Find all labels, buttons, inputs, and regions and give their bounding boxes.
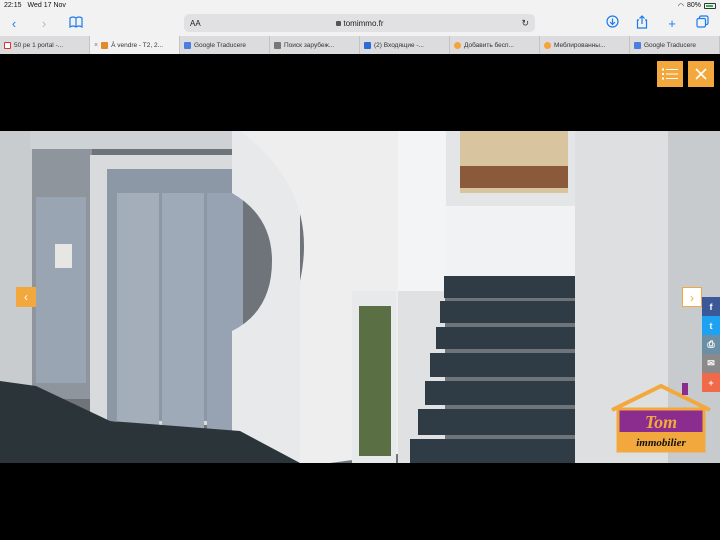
text-size-button[interactable]: AA [190,19,201,28]
bookmarks-icon[interactable] [67,15,85,33]
print-icon[interactable]: ⎙ [702,335,720,354]
browser-tab[interactable]: Google Traducere [630,36,720,54]
browser-tab[interactable]: (2) Входящие -... [360,36,450,54]
url-text: tomimmo.fr [343,18,384,28]
wifi-icon: ◠ [677,2,684,10]
battery-percent: 80% [686,2,701,9]
battery-icon [704,2,716,9]
close-tab-icon[interactable]: × [94,42,98,49]
status-time: 22:15 [4,2,22,9]
translate-icon [184,41,191,49]
translate-icon [634,41,641,49]
mail-icon [364,41,371,49]
back-icon[interactable]: ‹ [5,15,23,33]
lock-icon [335,20,341,26]
status-date: Wed 17 Nov [27,2,66,9]
close-icon [695,68,707,80]
close-button[interactable] [688,61,714,87]
orange-icon [544,41,551,49]
tom-immobilier-logo: Tom immobilier [611,383,711,453]
browser-tab[interactable]: Меблированны... [540,36,630,54]
download-icon[interactable] [603,15,621,33]
tabs-overview-icon[interactable] [693,15,711,33]
logo-line1: Tom [645,412,677,432]
search-icon [274,41,281,49]
browser-tab[interactable]: Google Traducere [180,36,270,54]
tab-strip: 50 ре 1 portal -... × À vendre - T2, 2...… [0,36,720,54]
reload-icon[interactable]: ↻ [521,18,529,29]
twitter-icon[interactable]: t [702,316,720,335]
address-bar[interactable]: AA tomimmo.fr ↻ [184,14,535,32]
list-button[interactable] [657,61,683,87]
logo-line2: immobilier [636,437,686,449]
share-icon[interactable] [633,15,651,33]
list-icon [662,68,678,80]
orange-icon [454,41,461,49]
previous-image-button[interactable]: ‹ [16,287,36,307]
next-image-button[interactable]: › [682,287,702,307]
gmail-icon [4,41,11,49]
browser-tab[interactable]: Добавить бесп... [450,36,540,54]
browser-toolbar: ‹ › AA tomimmo.fr ↻ + [0,11,720,36]
lightbox: ‹ › f t ⎙ ✉ + Tom immobilier [0,54,720,540]
forward-icon[interactable]: › [35,15,53,33]
email-icon[interactable]: ✉ [702,354,720,373]
browser-tab[interactable]: 50 ре 1 portal -... [0,36,90,54]
browser-tab[interactable]: Поиск зарубеж... [270,36,360,54]
home-icon [101,41,109,49]
browser-tab-active[interactable]: × À vendre - T2, 2... [90,36,180,54]
status-bar: 22:15 Wed 17 Nov ◠ 80% [0,0,720,11]
facebook-icon[interactable]: f [702,297,720,316]
new-tab-icon[interactable]: + [663,15,681,33]
